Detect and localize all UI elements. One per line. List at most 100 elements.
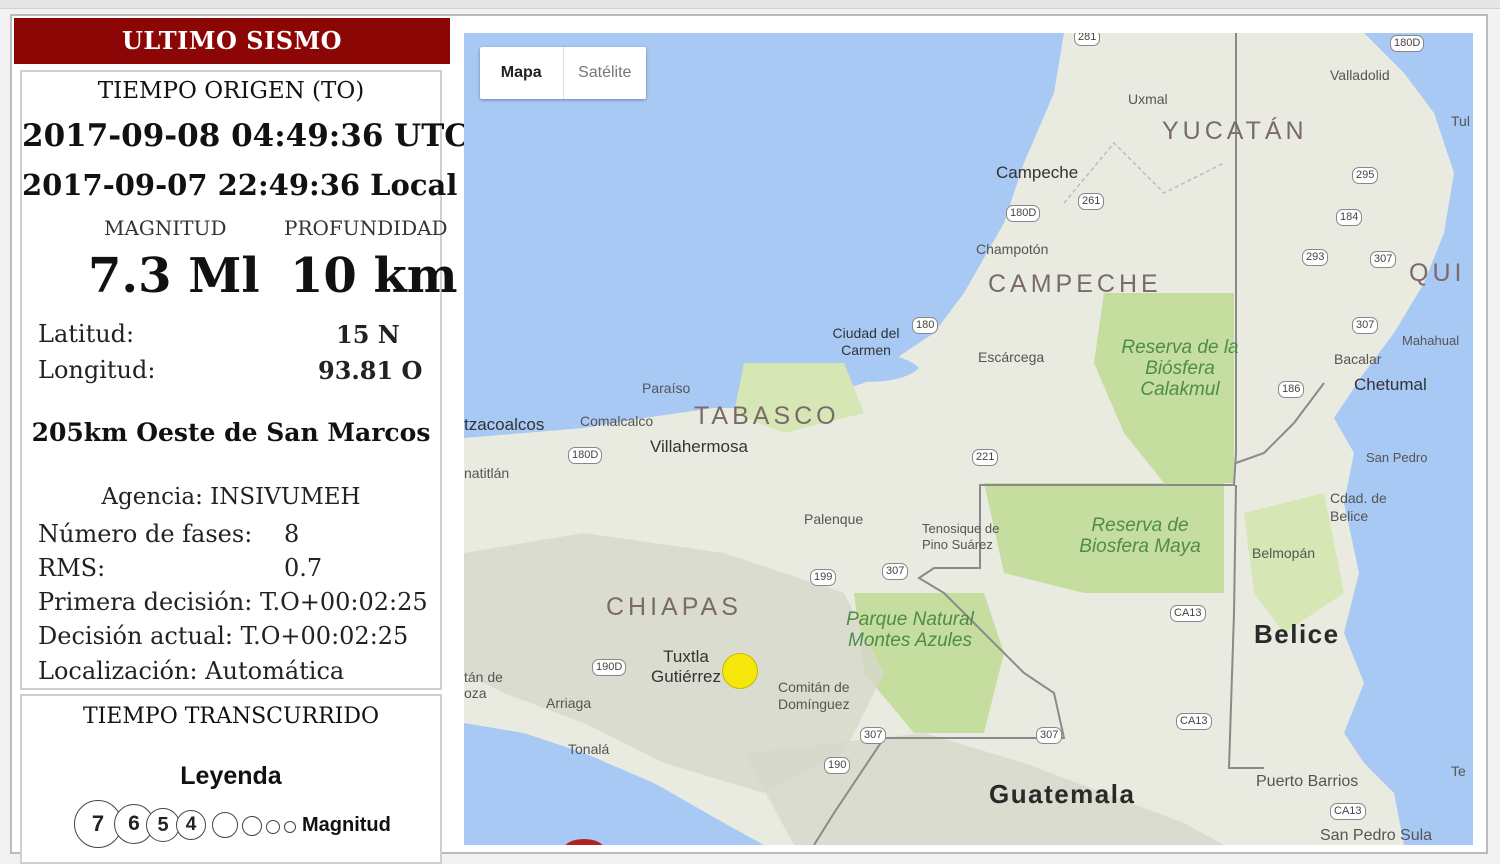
- city-tela: Te: [1451, 763, 1466, 779]
- highway-shield: CA13: [1330, 803, 1366, 820]
- epicenter-marker[interactable]: [722, 653, 758, 689]
- city-comitan: Comitán de Domínguez: [778, 679, 850, 712]
- park-montes-azules: Parque Natural Montes Azules: [846, 609, 974, 651]
- depth-label: PROFUNDIDAD: [284, 216, 448, 240]
- state-label-chiapas: CHIAPAS: [606, 593, 742, 621]
- city-san-pedro: San Pedro: [1366, 450, 1428, 465]
- elapsed-time-label: TIEMPO TRANSCURRIDO: [82, 704, 380, 729]
- utc-time: 2017-09-08 04:49:36 UTC: [22, 118, 469, 154]
- quake-details: TIEMPO ORIGEN (TO) 2017-09-08 04:49:36 U…: [20, 70, 469, 690]
- reserve-maya: Reserva de Biosfera Maya: [1079, 515, 1201, 557]
- state-label-quintana-roo: QUI: [1409, 259, 1466, 287]
- highway-shield: 199: [810, 569, 837, 586]
- legend-magnitude-2-icon: [242, 816, 262, 836]
- legend-magnitude-1-icon: [266, 820, 280, 834]
- first-decision: Primera decisión: T.O+00:02:25: [38, 588, 428, 616]
- highway-shield: 293: [1302, 249, 1329, 266]
- city-ciudad-del-carmen: Ciudad del Carmen: [832, 325, 900, 358]
- highway-shield: 307: [1370, 251, 1397, 268]
- city-tonala: Tonalá: [568, 741, 610, 757]
- city-palenque: Palenque: [804, 511, 864, 527]
- location-description: 205km Oeste de San Marcos: [31, 418, 431, 447]
- depth-value: 10 km: [290, 248, 458, 304]
- country-label-belice: Belice: [1254, 619, 1340, 649]
- city-juchitan: tán de oza: [464, 669, 503, 701]
- longitude-label: Longitud:: [38, 356, 156, 384]
- city-tuxtla-gutierrez: Tuxtla Gutiérrez: [651, 647, 721, 686]
- magnitude-label: MAGNITUD: [104, 216, 227, 240]
- map-base: [464, 33, 1473, 845]
- elapsed-and-legend: TIEMPO TRANSCURRIDO Leyenda 7 6 5 4 Magn…: [20, 694, 442, 864]
- city-minatitlan: natitlán: [464, 465, 510, 481]
- highway-shield: 180D: [568, 447, 603, 464]
- tab-satellite[interactable]: Satélite: [564, 47, 647, 99]
- city-bacalar: Bacalar: [1334, 351, 1382, 367]
- highway-shield: 307: [882, 563, 909, 580]
- state-label-campeche: CAMPECHE: [988, 270, 1162, 298]
- localization: Localización: Automática: [38, 657, 345, 685]
- city-comalcalco: Comalcalco: [580, 413, 654, 429]
- phases-value: 8: [284, 520, 300, 548]
- current-decision: Decisión actual: T.O+00:02:25: [38, 622, 409, 650]
- longitude-value: 93.81 O: [318, 356, 423, 385]
- city-paraiso: Paraíso: [642, 380, 691, 396]
- highway-shield: 180D: [1006, 205, 1041, 222]
- origin-time-label: TIEMPO ORIGEN (TO): [97, 78, 365, 104]
- city-tenosique: Tenosique de Pino Suárez: [922, 521, 1000, 552]
- city-arriaga: Arriaga: [546, 695, 592, 711]
- city-puerto-barrios: Puerto Barrios: [1256, 773, 1359, 790]
- highway-shield: CA13: [1170, 605, 1206, 622]
- panel-header: ULTIMO SISMO: [14, 18, 450, 64]
- highway-shield: 186: [1278, 381, 1305, 398]
- local-time: 2017-09-07 22:49:36 Local: [22, 168, 458, 202]
- reserve-calakmul: Reserva de la Biósfera Calakmul: [1121, 337, 1239, 400]
- city-escarcega: Escárcega: [978, 349, 1045, 365]
- highway-shield: 295: [1352, 167, 1379, 184]
- highway-shield: 307: [1036, 727, 1063, 744]
- legend-magnitude-label: Magnitud: [302, 814, 391, 836]
- highway-shield: 307: [1352, 317, 1379, 334]
- state-label-yucatan: YUCATÁN: [1162, 117, 1308, 145]
- highway-shield: 261: [1078, 193, 1105, 210]
- highway-shield: CA13: [1176, 713, 1212, 730]
- legend-magnitude-5-icon: 5: [146, 808, 180, 842]
- highway-shield: 184: [1336, 209, 1363, 226]
- country-label-guatemala: Guatemala: [989, 779, 1136, 809]
- browser-top-edge: [0, 0, 1500, 9]
- highway-shield: 190: [824, 757, 851, 774]
- tab-map[interactable]: Mapa: [480, 47, 564, 99]
- highway-shield: 180: [912, 317, 939, 334]
- city-mahahual: Mahahual: [1402, 333, 1460, 348]
- highway-shield: 221: [972, 449, 999, 466]
- city-villahermosa: Villahermosa: [650, 437, 748, 456]
- legend-title: Leyenda: [180, 762, 282, 790]
- latitude-label: Latitud:: [38, 320, 135, 348]
- highway-shield: 190D: [592, 659, 627, 676]
- city-chetumal: Chetumal: [1354, 375, 1427, 394]
- rms-value: 0.7: [284, 554, 323, 582]
- legend-magnitude-3-icon: [212, 812, 238, 838]
- city-san-pedro-sula: San Pedro Sula: [1320, 827, 1433, 844]
- city-champoton: Champotón: [976, 241, 1049, 257]
- latitude-value: 15 N: [336, 320, 400, 349]
- earthquake-info-panel: ULTIMO SISMO TIEMPO ORIGEN (TO) 2017-09-…: [14, 18, 469, 864]
- city-campeche: Campeche: [996, 163, 1079, 182]
- highway-shield: 180D: [1390, 35, 1425, 52]
- map-type-control: Mapa Satélite: [480, 47, 646, 99]
- phases-label: Número de fases:: [38, 520, 253, 548]
- city-coatzacoalcos: tzacoalcos: [464, 415, 545, 434]
- magnitude-value: 7.3 Ml: [88, 248, 260, 304]
- highway-shield: 281: [1074, 33, 1101, 46]
- city-tulum: Tul: [1451, 113, 1470, 129]
- agency: Agencia: INSIVUMEH: [101, 484, 361, 510]
- city-valladolid: Valladolid: [1330, 67, 1390, 83]
- city-belize-city: Cdad. de Belice: [1330, 490, 1387, 524]
- legend-magnitude-4-icon: 4: [176, 810, 206, 840]
- city-uxmal: Uxmal: [1128, 91, 1168, 107]
- state-label-tabasco: TABASCO: [694, 402, 840, 430]
- highway-shield: 307: [860, 727, 887, 744]
- rms-label: RMS:: [38, 554, 106, 582]
- legend-magnitude-0-icon: [284, 821, 296, 833]
- earthquake-map[interactable]: Mapa Satélite YUCATÁN CAMPECHE TABASCO C…: [464, 33, 1473, 845]
- city-belmopan: Belmopán: [1252, 545, 1316, 561]
